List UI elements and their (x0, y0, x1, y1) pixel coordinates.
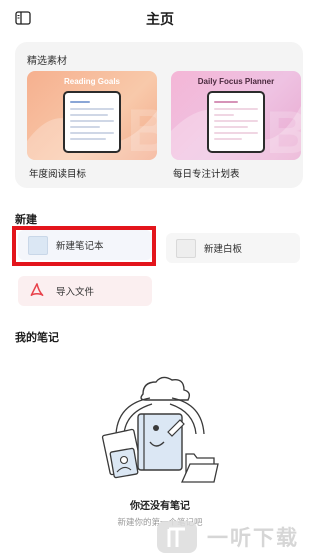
import-file-label: 导入文件 (56, 287, 95, 298)
svg-text:B: B (127, 97, 157, 160)
featured-section-label: 精选素材 (27, 56, 67, 67)
pdf-import-icon (30, 283, 44, 296)
top-bar: 主页 (0, 0, 320, 36)
template-name-reading-goals: 年度阅读目标 (29, 169, 87, 180)
whiteboard-icon (176, 239, 196, 258)
new-whiteboard-label: 新建白板 (204, 244, 243, 255)
import-file-button[interactable]: 导入文件 (18, 276, 152, 306)
new-notebook-label: 新建笔记本 (56, 241, 104, 252)
page-title: 主页 (146, 12, 174, 28)
template-preview-title: Daily Focus Planner (197, 77, 275, 86)
empty-state-title: 你还没有笔记 (130, 501, 190, 512)
template-card-daily-focus-planner[interactable]: B Daily Focus Planner (171, 71, 301, 160)
featured-templates-panel: 精选素材 B Reading Goals 年度阅读目标 B Daily Focu… (15, 42, 303, 188)
new-section-label: 新建 (15, 213, 37, 226)
tablet-preview (63, 91, 121, 153)
empty-notes-illustration (101, 376, 219, 483)
template-preview-title: Reading Goals (63, 77, 120, 86)
new-notebook-button[interactable]: 新建笔记本 (18, 230, 152, 260)
template-card-reading-goals[interactable]: B Reading Goals (27, 71, 157, 160)
watermark-text: 一听下载 (207, 526, 299, 550)
svg-text:B: B (266, 99, 301, 160)
notebook-icon (28, 236, 48, 255)
template-name-daily-focus-planner: 每日专注计划表 (173, 169, 240, 180)
tablet-preview (207, 91, 265, 153)
new-whiteboard-button[interactable]: 新建白板 (166, 233, 300, 263)
my-notes-section-label: 我的笔记 (15, 331, 59, 344)
